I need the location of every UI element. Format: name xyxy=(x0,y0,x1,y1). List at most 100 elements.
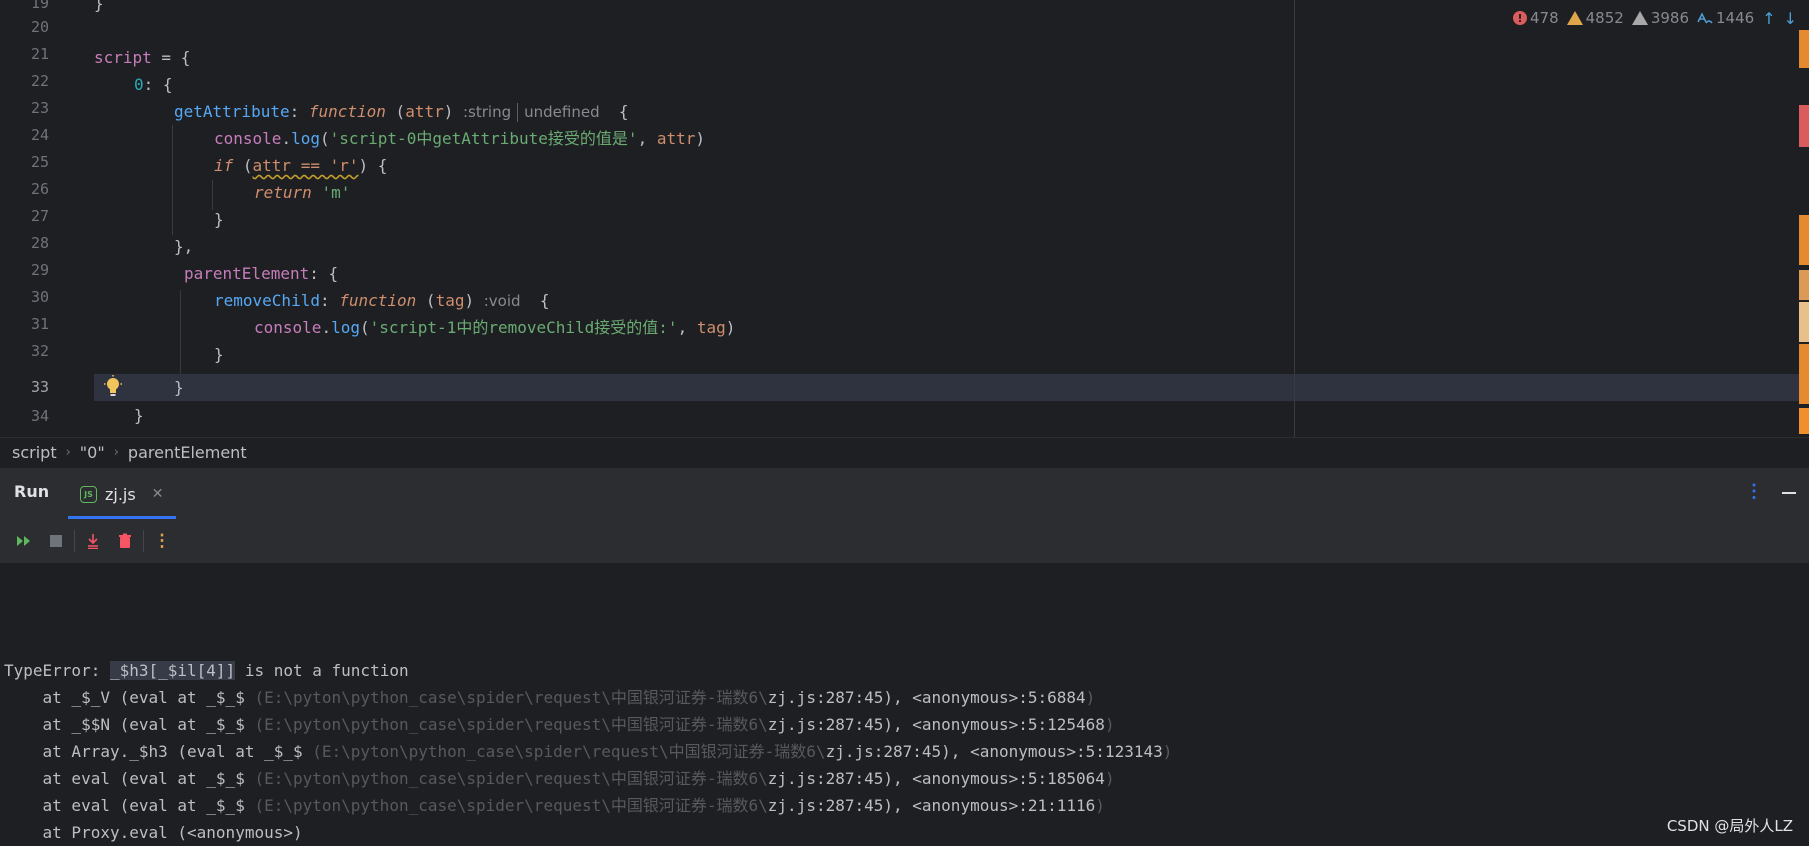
console-text: at _$$N (eval at _$_$ xyxy=(4,715,255,734)
code-line-31: console.log('script-1中的removeChild接受的值:'… xyxy=(254,314,735,341)
inspection-widget[interactable]: ! 478 4852 3986 1446 ↑ ↓ xyxy=(1512,8,1797,28)
console-path-link[interactable]: (E:\pyton\python_case\spider\request\中国银… xyxy=(254,796,767,815)
console-text: ) xyxy=(1104,715,1115,734)
console-text: TypeError: xyxy=(4,661,110,680)
console-text: at _$_V (eval at _$_$ xyxy=(4,688,255,707)
line-number: 28 xyxy=(30,234,49,252)
code-token: ( xyxy=(319,129,330,148)
console-path-link[interactable]: (E:\pyton\python_case\spider\request\中国银… xyxy=(254,688,767,707)
watermark: CSDN @局外人LZ xyxy=(1666,817,1793,835)
arrow-down-icon[interactable]: ↓ xyxy=(1784,9,1797,28)
code-token: ) { xyxy=(358,156,388,175)
line-number: 25 xyxy=(30,153,49,171)
console-file-link[interactable]: zj.js:287:45), <anonymous>:5:123143 xyxy=(826,742,1163,761)
trash-icon xyxy=(119,533,131,548)
weak-warning-count[interactable]: 3986 xyxy=(1631,9,1689,27)
code-token: parentElement xyxy=(184,264,310,283)
close-icon[interactable]: ✕ xyxy=(152,486,164,502)
typo-count[interactable]: 1446 xyxy=(1697,9,1754,27)
console-text: is not a function xyxy=(235,661,409,680)
stripe-marker xyxy=(1799,30,1809,68)
code-area[interactable]: } script = { 0: { getAttribute: function… xyxy=(94,0,1809,437)
console-text: at Proxy.eval (<anonymous>) xyxy=(4,823,303,842)
console-file-link[interactable]: zj.js:287:45), <anonymous>:5:6884 xyxy=(768,688,1086,707)
code-token: attr xyxy=(405,102,444,121)
error-icon: ! xyxy=(1512,11,1527,25)
code-line-22: 0: { xyxy=(134,71,173,98)
console-output[interactable]: TypeError: _$h3[_$il[4]] is not a functi… xyxy=(0,563,1809,846)
code-token: ( xyxy=(385,102,406,121)
line-number: 30 xyxy=(30,288,49,306)
console-stack-line: at _$$N (eval at _$_$ (E:\pyton\python_c… xyxy=(4,711,1115,738)
console-path-link[interactable]: (E:\pyton\python_case\spider\request\中国银… xyxy=(254,769,767,788)
code-token: ( xyxy=(359,318,370,337)
console-file-link[interactable]: zj.js:287:45), <anonymous>:5:185064 xyxy=(768,769,1105,788)
code-token: } xyxy=(214,345,224,364)
code-editor[interactable]: 19 20 21 22 23 24 25 26 27 28 29 30 31 3… xyxy=(0,0,1809,437)
rerun-icon xyxy=(17,536,30,546)
line-number: 26 xyxy=(30,180,49,198)
code-line-24: console.log('script-0中getAttribute接受的值是'… xyxy=(214,125,705,152)
code-line-32: } xyxy=(214,341,224,368)
line-number: 29 xyxy=(30,261,49,279)
breadcrumb-item[interactable]: "0" xyxy=(80,443,105,462)
arrow-up-icon[interactable]: ↑ xyxy=(1762,9,1775,28)
console-stack-line: at eval (eval at _$_$ (E:\pyton\python_c… xyxy=(4,765,1115,792)
code-token: } xyxy=(174,378,184,397)
chevron-right-icon: › xyxy=(113,445,119,460)
error-count[interactable]: ! 478 xyxy=(1512,9,1559,27)
warning-count[interactable]: 4852 xyxy=(1566,9,1624,27)
code-token: { xyxy=(599,102,629,121)
stop-icon xyxy=(50,535,62,547)
console-path-link[interactable]: (E:\pyton\python_case\spider\request\中国银… xyxy=(312,742,825,761)
console-file-link[interactable]: zj.js:287:45), <anonymous>:21:1116 xyxy=(768,796,1096,815)
console-text: ) xyxy=(1162,742,1173,761)
more-options-button[interactable]: ⋮ xyxy=(146,525,178,557)
code-token: { xyxy=(520,291,550,310)
code-token: , xyxy=(637,129,657,148)
line-number: 24 xyxy=(30,126,49,144)
stripe-marker xyxy=(1799,302,1809,342)
console-text: ) xyxy=(1104,769,1115,788)
console-path-link[interactable]: (E:\pyton\python_case\spider\request\中国银… xyxy=(254,715,767,734)
code-token: if xyxy=(214,156,234,175)
breadcrumb-item[interactable]: parentElement xyxy=(128,443,247,462)
hint-separator xyxy=(517,103,519,122)
scroll-to-end-icon xyxy=(88,534,98,549)
code-token: . xyxy=(321,318,332,337)
console-stack-line: at _$_V (eval at _$_$ (E:\pyton\python_c… xyxy=(4,684,1096,711)
more-vert-icon[interactable]: ⋮ xyxy=(1745,481,1763,502)
code-line-33: } xyxy=(174,374,184,401)
code-token: tag xyxy=(435,291,465,310)
clear-all-button[interactable] xyxy=(109,525,141,557)
typo-count-label: 1446 xyxy=(1716,9,1755,27)
stripe-marker xyxy=(1799,344,1809,404)
code-token: console xyxy=(214,129,282,148)
code-token: } xyxy=(94,0,104,13)
scroll-to-end-button[interactable] xyxy=(77,525,109,557)
line-number-current: 33 xyxy=(30,378,49,396)
tab-zj-js[interactable]: JS zj.js ✕ xyxy=(68,468,175,520)
code-token-warning[interactable]: attr == 'r' xyxy=(253,156,359,175)
code-token: 'script-1中的removeChild接受的值:' xyxy=(369,318,678,337)
code-token: 'm' xyxy=(321,183,351,202)
rerun-button[interactable] xyxy=(8,525,40,557)
console-text: at Array._$h3 (eval at _$_$ xyxy=(4,742,313,761)
stop-button[interactable] xyxy=(40,525,72,557)
code-token: }, xyxy=(174,237,194,256)
code-token: ( xyxy=(416,291,436,310)
error-stripe[interactable] xyxy=(1799,30,1809,437)
run-panel-title: Run xyxy=(14,482,50,501)
type-hint: :string xyxy=(463,103,512,121)
code-token: ) xyxy=(464,291,475,310)
console-file-link[interactable]: zj.js:287:45), <anonymous>:5:125468 xyxy=(768,715,1105,734)
code-token: : xyxy=(319,291,340,310)
code-line-30: removeChild: function (tag) :void { xyxy=(214,287,549,314)
code-token: removeChild xyxy=(214,291,320,310)
lightbulb-icon[interactable] xyxy=(103,375,123,399)
run-toolbar: ⋮ xyxy=(0,519,1809,563)
minimize-icon[interactable] xyxy=(1782,492,1796,494)
breadcrumb-item[interactable]: script xyxy=(12,443,57,462)
code-token: 0 xyxy=(134,75,144,94)
typo-icon xyxy=(1697,12,1713,24)
